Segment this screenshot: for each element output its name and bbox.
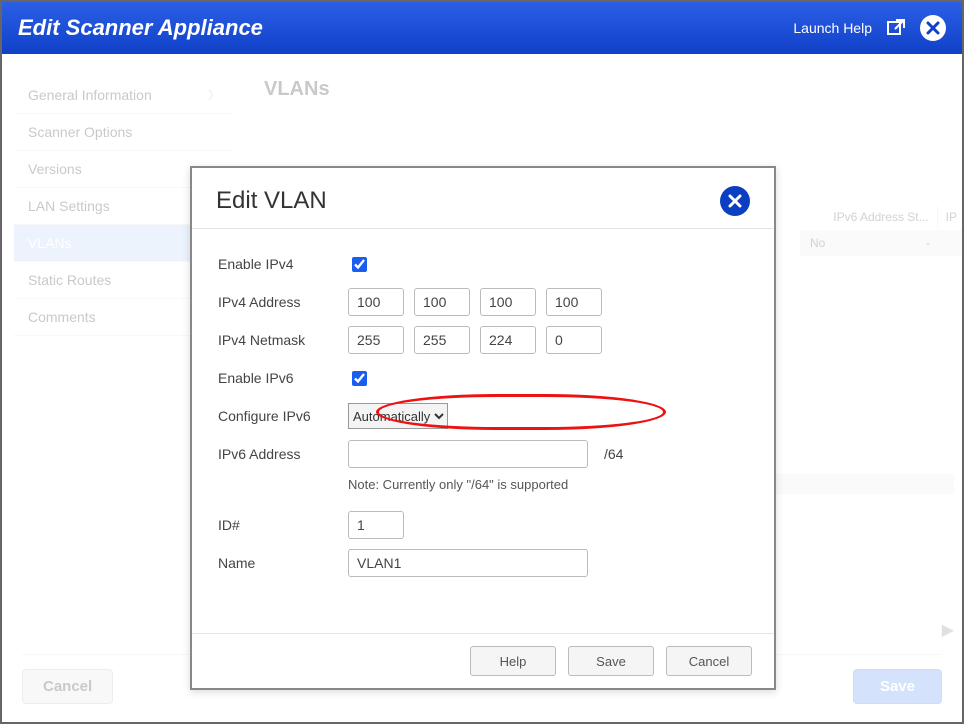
mask-octet-2[interactable] bbox=[414, 326, 470, 354]
modal-close-icon[interactable] bbox=[720, 186, 750, 216]
window-title: Edit Scanner Appliance bbox=[18, 15, 263, 41]
mask-octet-3[interactable] bbox=[480, 326, 536, 354]
id-input[interactable] bbox=[348, 511, 404, 539]
ipv6-suffix: /64 bbox=[604, 446, 623, 462]
ipv6-address-input[interactable] bbox=[348, 440, 588, 468]
name-label: Name bbox=[218, 555, 348, 571]
ipv4-octet-3[interactable] bbox=[480, 288, 536, 316]
ipv4-octet-1[interactable] bbox=[348, 288, 404, 316]
ipv6-address-label: IPv6 Address bbox=[218, 446, 348, 462]
close-icon[interactable] bbox=[920, 15, 946, 41]
launch-help-link[interactable]: Launch Help bbox=[793, 20, 872, 36]
popout-icon[interactable] bbox=[884, 16, 908, 40]
modal-save-button[interactable]: Save bbox=[568, 646, 654, 676]
app-window: Edit Scanner Appliance Launch Help Gener… bbox=[0, 0, 964, 724]
enable-ipv4-checkbox[interactable] bbox=[352, 257, 367, 272]
id-label: ID# bbox=[218, 517, 348, 533]
window-header: Edit Scanner Appliance Launch Help bbox=[2, 2, 962, 54]
enable-ipv4-label: Enable IPv4 bbox=[218, 256, 348, 272]
enable-ipv6-label: Enable IPv6 bbox=[218, 370, 348, 386]
configure-ipv6-label: Configure IPv6 bbox=[218, 408, 348, 424]
window-body: General Information〉 Scanner Options Ver… bbox=[2, 54, 962, 722]
mask-octet-4[interactable] bbox=[546, 326, 602, 354]
modal-body: Enable IPv4 IPv4 Address IPv4 Netmask bbox=[192, 229, 774, 578]
ipv4-octet-4[interactable] bbox=[546, 288, 602, 316]
configure-ipv6-select[interactable]: Automatically bbox=[348, 403, 448, 429]
enable-ipv6-checkbox[interactable] bbox=[352, 371, 367, 386]
ipv6-note: Note: Currently only "/64" is supported bbox=[348, 477, 748, 492]
mask-octet-1[interactable] bbox=[348, 326, 404, 354]
ipv4-netmask-label: IPv4 Netmask bbox=[218, 332, 348, 348]
ipv4-address-label: IPv4 Address bbox=[218, 294, 348, 310]
modal-cancel-button[interactable]: Cancel bbox=[666, 646, 752, 676]
modal-header: Edit VLAN bbox=[192, 168, 774, 229]
name-input[interactable] bbox=[348, 549, 588, 577]
edit-vlan-modal: Edit VLAN Enable IPv4 IPv4 Address bbox=[190, 166, 776, 690]
modal-help-button[interactable]: Help bbox=[470, 646, 556, 676]
modal-footer: Help Save Cancel bbox=[192, 633, 774, 688]
header-actions: Launch Help bbox=[793, 15, 946, 41]
modal-title: Edit VLAN bbox=[216, 187, 327, 215]
ipv4-octet-2[interactable] bbox=[414, 288, 470, 316]
